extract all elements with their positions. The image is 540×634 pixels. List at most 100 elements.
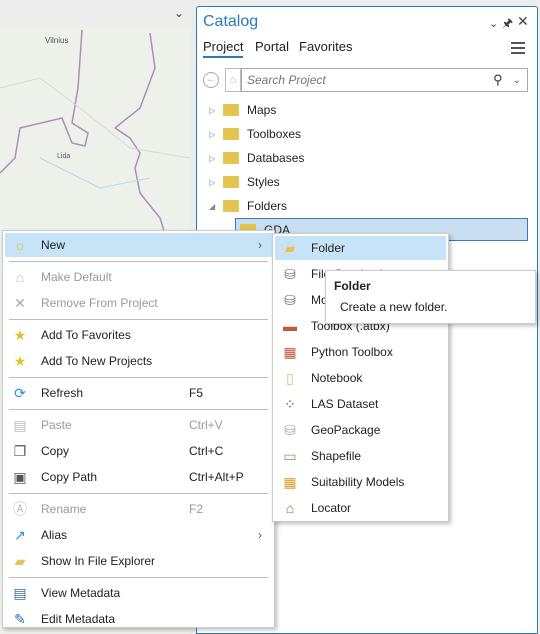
tree-item[interactable]: ▷ Databases: [209, 147, 304, 169]
menu-separator: [9, 261, 268, 262]
chevron-down-icon[interactable]: ⌄: [489, 17, 498, 30]
metadata-icon: ▤: [13, 584, 27, 601]
collapsed-icon[interactable]: ▷: [209, 106, 219, 115]
menu-separator: [9, 409, 268, 410]
tree-item-label: Folders: [247, 199, 288, 213]
tab-project[interactable]: Project: [203, 39, 244, 58]
tree-item-label: Toolboxes: [247, 127, 302, 141]
home-button[interactable]: ⌂: [225, 68, 241, 92]
tooltip-text: Create a new folder.: [340, 300, 448, 314]
tree-item[interactable]: ▷ Styles: [209, 171, 280, 193]
chevron-right-icon: ›: [258, 528, 262, 542]
menu-item-geopackage[interactable]: ⛁ GeoPackage: [275, 418, 446, 442]
folder-icon: [223, 200, 239, 212]
geopackage-icon: ⛁: [284, 421, 296, 438]
menu-item-remove-from-project[interactable]: ✕ Remove From Project: [5, 291, 272, 315]
menu-item-refresh[interactable]: ⟳ Refresh F5: [5, 381, 272, 405]
menu-item-label: LAS Dataset: [311, 397, 379, 411]
tab-portal[interactable]: Portal: [255, 39, 289, 54]
python-toolbox-icon: ▦: [283, 343, 297, 360]
menu-item-label: Suitability Models: [311, 475, 405, 489]
tree-item[interactable]: ▷ Maps: [209, 99, 276, 121]
menu-item-las-dataset[interactable]: ⁘ LAS Dataset: [275, 392, 446, 416]
menu-item-suitability-models[interactable]: ▦ Suitability Models: [275, 470, 446, 494]
las-dataset-icon: ⁘: [284, 395, 296, 412]
menu-item-label: Add To New Projects: [41, 354, 153, 368]
map-tab-bar: ⌄: [0, 0, 196, 28]
remove-icon: ✕: [14, 294, 26, 311]
context-menu: ☼ New › ⌂ Make Default ✕ Remove From Project ★ A…: [2, 230, 275, 628]
rename-icon: Ⓐ: [13, 501, 27, 517]
menu-item-notebook[interactable]: ▯ Notebook: [275, 366, 446, 390]
menu-item-new[interactable]: ☼ New ›: [5, 233, 272, 257]
new-icon: ☼: [13, 237, 27, 253]
home-icon: ⌂: [15, 269, 25, 285]
menu-item-add-to-favorites[interactable]: ★ Add To Favorites: [5, 323, 272, 347]
refresh-icon: ⟳: [14, 384, 26, 401]
shortcut-label: F5: [189, 386, 204, 400]
pin-icon[interactable]: 🖈: [502, 14, 513, 35]
menu-item-label: Python Toolbox: [311, 345, 393, 359]
shortcut-label: Ctrl+V: [189, 418, 223, 432]
tree-item-label: Maps: [247, 103, 277, 117]
pane-title: Catalog: [203, 13, 259, 30]
menu-item-python-toolbox[interactable]: ▦ Python Toolbox: [275, 340, 446, 364]
menu-separator: [9, 319, 268, 320]
star-pin-icon: ★: [13, 352, 27, 369]
menu-item-make-default[interactable]: ⌂ Make Default: [5, 265, 272, 289]
shortcut-label: Ctrl+C: [189, 444, 224, 458]
search-icon[interactable]: ⚲: [493, 72, 503, 88]
menu-item-label: View Metadata: [41, 586, 121, 600]
menu-item-shapefile[interactable]: ▭ Shapefile: [275, 444, 446, 468]
menu-item-label: Copy Path: [41, 470, 98, 484]
menu-item-label: Make Default: [41, 270, 112, 284]
search-box: ⚲ ⌄: [241, 68, 528, 92]
menu-item-copy[interactable]: ❐ Copy Ctrl+C: [5, 439, 272, 463]
star-icon: ★: [13, 326, 27, 343]
menu-item-show-in-file-explorer[interactable]: ▰ Show In File Explorer: [5, 549, 272, 573]
maps-folder-icon: [223, 104, 239, 116]
menu-item-label: New: [41, 238, 66, 252]
menu-icon[interactable]: [511, 42, 525, 54]
menu-item-label: Alias: [41, 528, 68, 542]
menu-item-label: Shapefile: [311, 449, 362, 463]
menu-item-label: Notebook: [311, 371, 363, 385]
menu-item-rename[interactable]: Ⓐ Rename F2: [5, 497, 272, 521]
tree-item-label: Databases: [247, 151, 305, 165]
toolbox-icon: ▬: [283, 318, 297, 334]
collapsed-icon[interactable]: ▷: [209, 130, 219, 139]
menu-item-label: Paste: [41, 418, 72, 432]
expanded-icon[interactable]: ◢: [209, 202, 219, 211]
back-button[interactable]: ←: [203, 72, 219, 88]
toolbox-folder-icon: [223, 128, 239, 140]
shapefile-icon: ▭: [283, 447, 297, 464]
menu-item-view-metadata[interactable]: ▤ View Metadata: [5, 581, 272, 605]
menu-item-folder[interactable]: ▰ Folder: [275, 236, 446, 260]
tree-item[interactable]: ▷ Toolboxes: [209, 123, 301, 145]
chevron-down-icon[interactable]: ⌄: [174, 6, 184, 20]
tree-item[interactable]: ◢ Folders: [209, 195, 287, 217]
pencil-icon: ✎: [14, 610, 26, 627]
notebook-icon: ▯: [286, 369, 294, 386]
search-input[interactable]: [242, 73, 494, 87]
close-icon[interactable]: ✕: [517, 13, 529, 30]
menu-item-copy-path[interactable]: ▣ Copy Path Ctrl+Alt+P: [5, 465, 272, 489]
menu-item-edit-metadata[interactable]: ✎ Edit Metadata: [5, 607, 272, 631]
menu-item-locator[interactable]: ⌂ Locator: [275, 496, 446, 520]
mobile-geodatabase-icon: ⛁: [284, 291, 296, 308]
locator-icon: ⌂: [285, 500, 295, 516]
collapsed-icon[interactable]: ▷: [209, 154, 219, 163]
menu-item-label: Add To Favorites: [41, 328, 131, 342]
suitability-models-icon: ▦: [283, 473, 297, 490]
menu-item-label: GeoPackage: [311, 423, 381, 437]
collapsed-icon[interactable]: ▷: [209, 178, 219, 187]
menu-item-label: Refresh: [41, 386, 84, 400]
map-label: Lida: [57, 153, 71, 160]
styles-folder-icon: [223, 176, 239, 188]
menu-item-paste[interactable]: ▤ Paste Ctrl+V: [5, 413, 272, 437]
menu-item-label: Locator: [311, 501, 352, 515]
tab-favorites[interactable]: Favorites: [299, 39, 352, 54]
menu-item-alias[interactable]: ↗ Alias ›: [5, 523, 272, 547]
chevron-down-icon[interactable]: ⌄: [513, 75, 521, 86]
menu-item-add-to-new-projects[interactable]: ★ Add To New Projects: [5, 349, 272, 373]
